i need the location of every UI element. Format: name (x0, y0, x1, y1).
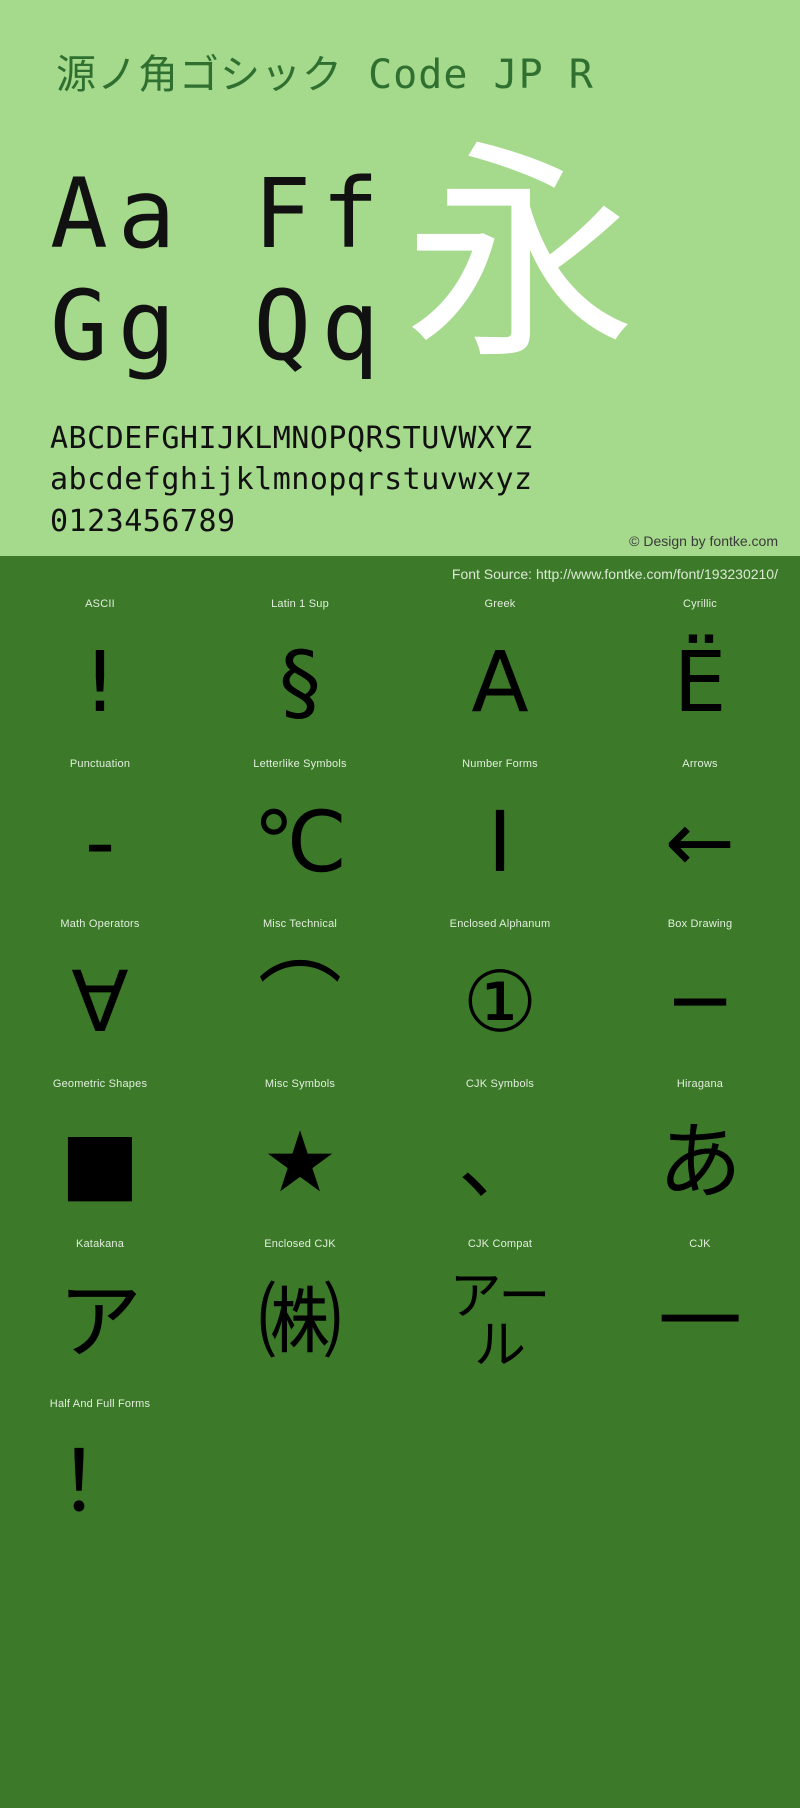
font-source-link[interactable]: Font Source: http://www.fontke.com/font/… (452, 566, 778, 582)
glyph-block-cell[interactable]: CJK 一 (600, 1232, 800, 1392)
glyph-block-sample-char: あ (657, 1113, 742, 1211)
lowercase-alphabet: abcdefghijklmnopqrstuvwxyz (50, 462, 533, 498)
glyph-block-sample-char: ア (57, 1273, 142, 1371)
glyph-block-label: Punctuation (69, 758, 131, 770)
design-credit: © Design by fontke.com (629, 533, 778, 549)
large-sample-letters: Aa Ff Gg Qq (50, 148, 750, 388)
glyph-block-sample-char: ‐ (84, 793, 116, 891)
glyph-block-sample-char: ! (83, 633, 117, 731)
glyph-block-cell[interactable]: Box Drawing ─ (600, 912, 800, 1072)
glyph-block-sample-char: § (279, 633, 321, 731)
glyph-block-cell[interactable]: Latin 1 Sup § (200, 592, 400, 752)
glyph-block-cell[interactable]: Katakana ア (0, 1232, 200, 1392)
glyph-block-cell[interactable]: Half And Full Forms ！ (0, 1392, 200, 1552)
glyph-block-cell[interactable]: Number Forms Ⅰ (400, 752, 600, 912)
glyph-block-label: Arrows (682, 758, 718, 770)
glyph-block-label: CJK Symbols (465, 1078, 535, 1090)
glyph-block-label: CJK (689, 1238, 711, 1250)
glyph-block-sample-char: ⌒ (257, 953, 342, 1051)
uppercase-alphabet: ABCDEFGHIJKLMNOPQRSTUVWXYZ (50, 421, 533, 456)
glyph-block-sample-char: ① (462, 953, 538, 1051)
glyph-block-row: Half And Full Forms ！ (0, 1392, 800, 1552)
glyph-block-cell[interactable]: Misc Technical ⌒ (200, 912, 400, 1072)
font-title: 源ノ角ゴシック Code JP R (56, 52, 594, 98)
glyph-block-label: Misc Symbols (264, 1078, 336, 1090)
glyph-block-row: Punctuation ‐ Letterlike Symbols ℃ Number Fo… (0, 752, 800, 912)
glyph-block-cell[interactable]: Enclosed CJK ㈱ (200, 1232, 400, 1392)
glyph-block-label: Geometric Shapes (52, 1078, 148, 1090)
glyph-block-cell[interactable]: CJK Symbols 、 (400, 1072, 600, 1232)
glyph-block-label: Misc Technical (262, 918, 338, 930)
glyph-block-label: ASCII (85, 598, 115, 610)
large-cjk-sample-glyph: 永 (404, 121, 637, 391)
glyph-block-cell[interactable]: Misc Symbols ★ (200, 1072, 400, 1232)
glyph-block-sample-char: ∀ (71, 953, 129, 1051)
glyph-block-label: Letterlike Symbols (253, 758, 347, 770)
glyph-block-cell[interactable]: ASCII! (0, 592, 200, 752)
glyph-block-cell[interactable]: Geometric Shapes ■ (0, 1072, 200, 1232)
glyph-block-label: Box Drawing (667, 918, 733, 930)
glyph-block-label: Enclosed Alphanum (449, 918, 551, 930)
font-specimen-page: 源ノ角ゴシック Code JP R Aa Ff Gg Qq 永 ABCDEFGH… (0, 0, 800, 1808)
glyph-block-cell[interactable]: Enclosed Alphanum ① (400, 912, 600, 1072)
glyph-block-label: Latin 1 Sup (271, 598, 329, 610)
large-sample-line-1: Aa Ff (50, 158, 389, 270)
glyph-block-sample-char: ℃ (252, 793, 348, 891)
glyph-block-label: Cyrillic (683, 598, 717, 610)
glyph-block-sample-char: Α (471, 633, 529, 731)
glyph-block-label: Math Operators (60, 918, 140, 930)
glyph-block-sample-char: アール (449, 1266, 551, 1376)
glyph-block-cell-empty (400, 1392, 600, 1552)
glyph-block-sample-char: 一 (657, 1273, 742, 1371)
glyph-block-sample-char: 、 (457, 1113, 542, 1211)
glyph-block-label: Greek (484, 598, 516, 610)
glyph-block-sample-char: Ё (673, 633, 727, 731)
glyph-block-sample-char: ！ (57, 1433, 142, 1531)
glyph-block-label: Enclosed CJK (264, 1238, 336, 1250)
glyph-block-cell[interactable]: CJK Compat アール (400, 1232, 600, 1392)
glyph-block-label: Number Forms (462, 758, 538, 770)
glyph-block-sample-char: ■ (60, 1113, 140, 1211)
glyph-block-cell-empty (200, 1392, 400, 1552)
glyph-block-cell[interactable]: Punctuation ‐ (0, 752, 200, 912)
glyph-block-row: ASCII! Latin 1 Sup § Greek Α Cyrillic Ё (0, 592, 800, 752)
glyph-block-label: Hiragana (676, 1078, 724, 1090)
glyph-block-row: Math Operators ∀ Misc Technical ⌒ Enclosed A… (0, 912, 800, 1072)
glyph-block-grid: ASCII! Latin 1 Sup § Greek Α Cyrillic Ё Punctua… (0, 592, 800, 1552)
specimen-preview-panel: 源ノ角ゴシック Code JP R Aa Ff Gg Qq 永 ABCDEFGH… (0, 0, 800, 648)
glyph-block-sample-char: ㈱ (257, 1273, 342, 1371)
glyph-block-sample-char: ← (664, 793, 736, 891)
glyph-block-row: Katakana ア Enclosed CJK ㈱ CJK Compat アール CJK 一 (0, 1232, 800, 1392)
large-sample-line-2: Gg Qq (50, 270, 389, 382)
glyph-block-cell[interactable]: Cyrillic Ё (600, 592, 800, 752)
glyph-block-sample-char: Ⅰ (487, 793, 513, 891)
glyph-block-cell-empty (600, 1392, 800, 1552)
glyph-block-row: Geometric Shapes ■ Misc Symbols ★ CJK Symbol… (0, 1072, 800, 1232)
glyph-block-sample-char: ★ (262, 1113, 338, 1211)
alphabet-sample-block: ABCDEFGHIJKLMNOPQRSTUVWXYZ abcdefghijklm… (50, 418, 770, 542)
glyph-block-label: Half And Full Forms (49, 1398, 151, 1410)
glyph-block-label: Katakana (75, 1238, 125, 1250)
glyph-block-sample-char: ─ (674, 953, 726, 1051)
glyph-block-cell[interactable]: Hiragana あ (600, 1072, 800, 1232)
glyph-block-cell[interactable]: Letterlike Symbols ℃ (200, 752, 400, 912)
glyph-block-label: CJK Compat (467, 1238, 533, 1250)
glyph-block-cell[interactable]: Arrows ← (600, 752, 800, 912)
glyph-block-cell[interactable]: Math Operators ∀ (0, 912, 200, 1072)
unicode-blocks-panel: Font Source: http://www.fontke.com/font/… (0, 556, 800, 1808)
glyph-block-cell[interactable]: Greek Α (400, 592, 600, 752)
